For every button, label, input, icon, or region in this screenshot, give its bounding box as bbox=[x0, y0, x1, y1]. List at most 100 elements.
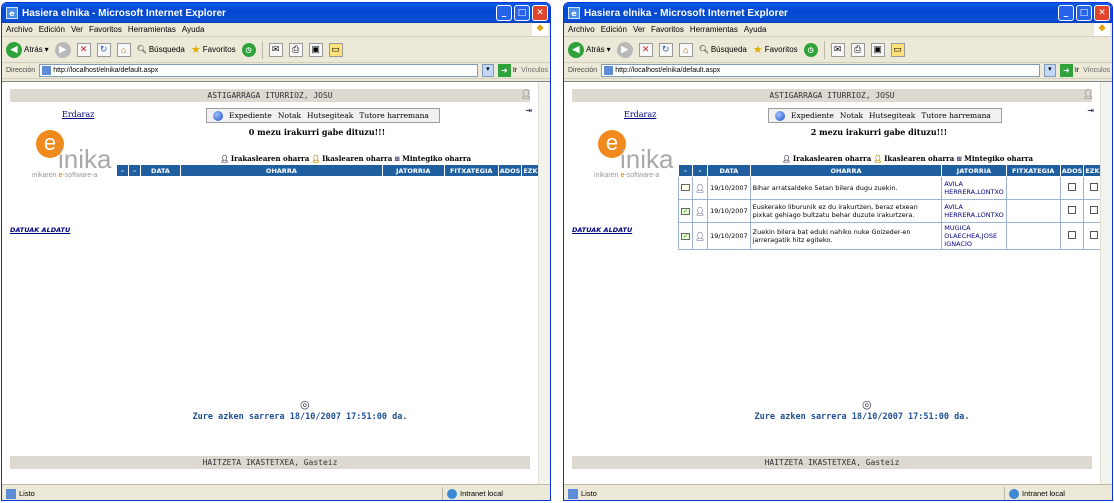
search-label: Búsqueda bbox=[148, 45, 185, 54]
user-icon[interactable]: 👤︎ bbox=[1083, 90, 1094, 100]
message-note[interactable]: Euskerako liburunik ez du irakurtzen, be… bbox=[749, 199, 943, 223]
address-input[interactable]: http://localhost/elnika/default.aspx bbox=[39, 64, 478, 77]
exit-icon[interactable]: ⇥ bbox=[525, 106, 532, 115]
favorites-button[interactable]: ★ Favoritos bbox=[191, 43, 236, 56]
nav-hutsegiteak[interactable]: Hutsegiteak bbox=[307, 111, 353, 120]
search-button[interactable]: 🔍︎ Búsqueda bbox=[699, 45, 747, 54]
agree-checkbox[interactable] bbox=[1068, 206, 1076, 214]
agree-checkbox[interactable] bbox=[1068, 231, 1076, 239]
print-button[interactable]: ⎙ bbox=[850, 42, 865, 57]
nav-hutsegiteak[interactable]: Hutsegiteak bbox=[869, 111, 915, 120]
menu-ayuda[interactable]: Ayuda bbox=[182, 25, 205, 34]
search-button[interactable]: 🔍︎ Búsqueda bbox=[137, 45, 185, 54]
nav-tutore-harremana[interactable]: Tutore harremana bbox=[359, 111, 429, 120]
edit-button[interactable]: ▣ bbox=[308, 42, 323, 57]
change-data-link[interactable]: DATUAK ALDATU bbox=[10, 226, 70, 234]
windows-logo-icon: ❖ bbox=[532, 23, 548, 36]
menu-herramientas[interactable]: Herramientas bbox=[690, 25, 738, 34]
message-row[interactable]: ✓ 👤︎ 19/10/2007 Euskerako liburunik ez du i… bbox=[678, 199, 1104, 223]
menu-archivo[interactable]: Archivo bbox=[568, 25, 595, 34]
exit-icon[interactable]: ⇥ bbox=[1087, 106, 1094, 115]
maximize-button[interactable]: □ bbox=[1076, 5, 1092, 21]
tab-teacher-notes[interactable]: Irakaslearen oharra bbox=[793, 154, 871, 163]
tab-student-notes[interactable]: Ikaslearen oharra bbox=[884, 154, 954, 163]
go-arrow-icon: ➜ bbox=[1059, 64, 1073, 77]
home-button[interactable]: ⌂ bbox=[116, 42, 131, 57]
user-icon[interactable]: 👤︎ bbox=[521, 90, 532, 100]
history-button[interactable]: ◷ bbox=[241, 42, 256, 57]
print-button[interactable]: ⎙ bbox=[288, 42, 303, 57]
language-link[interactable]: Erdaraz bbox=[62, 110, 94, 119]
zone-label: Intranet local bbox=[460, 489, 503, 498]
menu-edicion[interactable]: Edición bbox=[39, 25, 65, 34]
forward-button[interactable]: ▶ bbox=[616, 41, 633, 58]
minimize-button[interactable]: _ bbox=[1058, 5, 1074, 21]
nav-tutore-harremana[interactable]: Tutore harremana bbox=[921, 111, 991, 120]
nav-expediente[interactable]: Expediente bbox=[791, 111, 834, 120]
message-date: 19/10/2007 bbox=[707, 222, 751, 250]
agree-checkbox[interactable] bbox=[1068, 183, 1076, 191]
address-dropdown[interactable]: ▾ bbox=[1043, 64, 1056, 77]
message-row[interactable]: ✓ 👤︎ 19/10/2007 Zuekin bilera bat eduki nah… bbox=[678, 222, 1104, 250]
minimize-button[interactable]: _ bbox=[496, 5, 512, 21]
col-read: - bbox=[116, 164, 129, 177]
folder-button[interactable]: ▭ bbox=[328, 42, 343, 57]
close-button[interactable]: ✕ bbox=[1094, 5, 1110, 21]
go-button[interactable]: ➜ Ir bbox=[1059, 64, 1079, 77]
vertical-scrollbar[interactable] bbox=[1100, 82, 1112, 484]
zone-label: Intranet local bbox=[1022, 489, 1065, 498]
menu-ver[interactable]: Ver bbox=[633, 25, 645, 34]
address-label: Dirección bbox=[568, 67, 598, 74]
links-button[interactable]: Vínculos bbox=[521, 67, 548, 74]
home-button[interactable]: ⌂ bbox=[678, 42, 693, 57]
menu-ayuda[interactable]: Ayuda bbox=[744, 25, 767, 34]
nav-expediente[interactable]: Expediente bbox=[229, 111, 272, 120]
tab-student-notes[interactable]: Ikaslearen oharra bbox=[322, 154, 392, 163]
links-button[interactable]: Vínculos bbox=[1083, 67, 1110, 74]
menu-edicion[interactable]: Edición bbox=[601, 25, 627, 34]
tab-teacher-notes[interactable]: Irakaslearen oharra bbox=[231, 154, 309, 163]
refresh-button[interactable]: ↻ bbox=[96, 42, 111, 57]
edit-button[interactable]: ▣ bbox=[870, 42, 885, 57]
back-button[interactable]: ◀ Atrás ▾ bbox=[568, 41, 611, 58]
menu-favoritos[interactable]: Favoritos bbox=[89, 25, 122, 34]
menu-ver[interactable]: Ver bbox=[71, 25, 83, 34]
address-dropdown[interactable]: ▾ bbox=[481, 64, 494, 77]
change-data-link[interactable]: DATUAK ALDATU bbox=[572, 226, 632, 234]
favorites-label: Favoritos bbox=[764, 45, 798, 54]
vertical-scrollbar[interactable] bbox=[538, 82, 550, 484]
stop-button[interactable]: ✕ bbox=[76, 42, 91, 57]
language-link[interactable]: Erdaraz bbox=[624, 110, 656, 119]
folder-button[interactable]: ▭ bbox=[890, 42, 905, 57]
menu-favoritos[interactable]: Favoritos bbox=[651, 25, 684, 34]
mail-button[interactable]: ✉ bbox=[830, 42, 845, 57]
message-note[interactable]: Zuekin bilera bat eduki nahiko nuke Goiz… bbox=[749, 222, 943, 250]
history-button[interactable]: ◷ bbox=[803, 42, 818, 57]
disagree-checkbox[interactable] bbox=[1089, 206, 1098, 214]
mail-button[interactable]: ✉ bbox=[268, 42, 283, 57]
tab-department-notes[interactable]: Mintegiko oharra bbox=[964, 154, 1033, 163]
back-button[interactable]: ◀ Atrás ▾ bbox=[6, 41, 49, 58]
address-input[interactable]: http://localhost/elnika/default.aspx bbox=[601, 64, 1040, 77]
forward-button[interactable]: ▶ bbox=[54, 41, 71, 58]
favorites-button[interactable]: ★ Favoritos bbox=[753, 43, 798, 56]
maximize-button[interactable]: □ bbox=[514, 5, 530, 21]
disagree-checkbox[interactable] bbox=[1089, 183, 1098, 191]
nav-notak[interactable]: Notak bbox=[278, 111, 301, 120]
message-origin: AVILA HERRERA,LONTXO bbox=[941, 176, 1007, 200]
message-row[interactable]: 👤︎ 19/10/2007 Bihar arratsaldeko 5etan bil… bbox=[678, 176, 1104, 200]
tab-department-notes[interactable]: Mintegiko oharra bbox=[402, 154, 471, 163]
menu-archivo[interactable]: Archivo bbox=[6, 25, 33, 34]
menu-herramientas[interactable]: Herramientas bbox=[128, 25, 176, 34]
address-bar: Dirección http://localhost/elnika/defaul… bbox=[2, 63, 550, 79]
agree-cell bbox=[1059, 199, 1085, 223]
user-name-bar: ASTIGARRAGA ITURRIOZ, JOSU bbox=[572, 89, 1092, 102]
refresh-button[interactable]: ↻ bbox=[658, 42, 673, 57]
stop-button[interactable]: ✕ bbox=[638, 42, 653, 57]
close-button[interactable]: ✕ bbox=[532, 5, 548, 21]
go-button[interactable]: ➜ Ir bbox=[497, 64, 517, 77]
disagree-checkbox[interactable] bbox=[1089, 231, 1098, 239]
message-note[interactable]: Bihar arratsaldeko 5etan bilera dugu zue… bbox=[749, 176, 943, 200]
status-text: Listo bbox=[19, 489, 35, 498]
nav-notak[interactable]: Notak bbox=[840, 111, 863, 120]
